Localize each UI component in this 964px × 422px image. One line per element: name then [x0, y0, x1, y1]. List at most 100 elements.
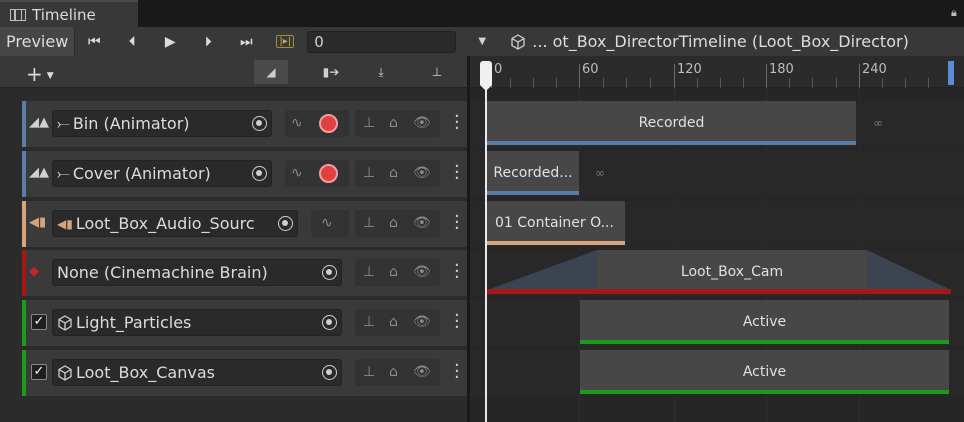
pin-icon[interactable]: ⊥	[363, 115, 375, 131]
track-binding-field[interactable]: ⤚ Cover (Animator)	[52, 160, 272, 187]
mix-mode-button[interactable]: ⤓	[364, 60, 398, 84]
track-state-group: ⊥ ⌂ 👁︎	[355, 359, 440, 386]
pin-icon[interactable]: ⊥	[363, 264, 375, 280]
track-header-bin[interactable]: ◢▲ ⤚ Bin (Animator) ∿ ⊥ ⌂ 👁︎ · · ·	[22, 101, 468, 147]
object-picker-icon[interactable]	[252, 116, 267, 131]
object-picker-icon[interactable]	[322, 265, 337, 280]
lock-icon[interactable]: ⌂	[389, 364, 398, 380]
lock-icon[interactable]: ⌂	[389, 115, 398, 131]
lock-icon[interactable]: ⌂	[389, 314, 398, 330]
splitter[interactable]	[467, 56, 470, 422]
more-options-icon[interactable]: · · ·	[454, 257, 460, 287]
track-binding-field[interactable]: Loot_Box_Canvas	[52, 359, 342, 386]
lock-icon[interactable]: ⌂	[389, 264, 398, 280]
clip-underline	[487, 191, 579, 195]
next-frame-button[interactable]: ⏵︎	[189, 27, 227, 56]
breadcrumb[interactable]: ... ot_Box_DirectorTimeline (Loot_Box_Di…	[510, 32, 909, 51]
object-picker-icon[interactable]	[322, 365, 337, 380]
infinite-loop-icon: ∞	[595, 166, 605, 180]
more-options-icon[interactable]: · · ·	[454, 108, 460, 138]
playhead-handle[interactable]	[480, 61, 492, 91]
more-options-icon[interactable]: · · ·	[454, 307, 460, 337]
more-options-icon[interactable]: · · ·	[454, 158, 460, 188]
curves-icon[interactable]: ∿	[291, 165, 303, 181]
object-picker-icon[interactable]	[252, 166, 267, 181]
lock-all-button[interactable]: ⊥	[420, 60, 454, 84]
track-header-loot-box-canvas[interactable]: ✓ Loot_Box_Canvas ⊥ ⌂ 👁︎ · · ·	[22, 350, 468, 396]
go-to-start-button[interactable]: ⏮	[75, 27, 113, 56]
frame-field[interactable]: 0	[307, 30, 457, 53]
binding-icon: ⤚	[57, 163, 70, 183]
track-binding-field[interactable]: Light_Particles	[52, 309, 342, 336]
clip-label: Active	[742, 314, 787, 330]
time-ruler[interactable]: 0 60 120 180 240	[470, 56, 964, 88]
cinemachine-clip[interactable]: Loot_Box_Cam	[597, 250, 867, 294]
object-picker-icon[interactable]	[278, 216, 293, 231]
activation-clip[interactable]: Active	[580, 350, 949, 394]
clip-label: Active	[742, 364, 787, 380]
activation-checkbox[interactable]: ✓	[31, 314, 47, 330]
timeline-end-marker[interactable]	[948, 61, 954, 85]
pin-icon[interactable]: ⊥	[363, 314, 375, 330]
track-binding-field[interactable]: ◀▮ Loot_Box_Audio_Sourc	[52, 210, 298, 237]
binding-icon: ⤚	[57, 113, 70, 133]
lock-icon[interactable]: ⌂	[389, 215, 398, 231]
object-picker-icon[interactable]	[322, 315, 337, 330]
previous-frame-button[interactable]: ⏴︎	[113, 27, 151, 56]
mix-icon: ⤓	[378, 64, 384, 79]
audio-clip[interactable]: 01 Container O...	[487, 201, 625, 245]
pin-icon[interactable]: ⊥	[363, 165, 375, 181]
eye-icon[interactable]: 👁︎	[413, 115, 431, 131]
animation-clip[interactable]: Recorded	[487, 101, 856, 145]
track-binding-label: Light_Particles	[76, 313, 192, 332]
lock-icon[interactable]: ⌂	[389, 165, 398, 181]
pin-icon[interactable]: ⊥	[363, 364, 375, 380]
track-header-toolbar: + ▼ ◢ ▮➔ ⤓ ⊥	[0, 56, 470, 88]
eye-icon[interactable]: 👁︎	[413, 264, 431, 280]
activation-checkbox[interactable]: ✓	[31, 364, 47, 380]
snap-button[interactable]: ▮➔	[314, 60, 348, 84]
eye-icon[interactable]: 👁︎	[413, 215, 431, 231]
animation-clip[interactable]: Recorded...	[487, 151, 579, 195]
add-track-button[interactable]: + ▼	[26, 62, 54, 86]
play-button[interactable]: ▶	[151, 27, 189, 56]
tab-timeline[interactable]: Timeline	[0, 0, 138, 27]
lock-icon[interactable]: 🔒︎	[951, 6, 960, 19]
snap-icon: ▮➔	[322, 65, 340, 79]
clip-label: Recorded	[638, 115, 705, 131]
track-header-light-particles[interactable]: ✓ Light_Particles ⊥ ⌂ 👁︎ · · ·	[22, 300, 468, 346]
more-options-icon[interactable]: · · ·	[454, 357, 460, 387]
more-options-icon[interactable]: · · ·	[454, 208, 460, 238]
track-content-area[interactable]: Recorded ∞ Recorded... ∞ 01 Container O.…	[470, 88, 964, 422]
curves-icon[interactable]: ∿	[321, 215, 333, 231]
chevron-down-icon[interactable]: ▼	[468, 36, 496, 47]
ruler-tick	[789, 78, 790, 88]
pin-icon[interactable]: ⊥	[363, 215, 375, 231]
go-to-end-button[interactable]: ⏭	[227, 27, 265, 56]
track-color-bar	[22, 101, 26, 147]
ruler-tick	[812, 78, 813, 88]
track-state-group: ⊥ ⌂ 👁︎	[355, 309, 440, 336]
track-header-cover[interactable]: ◢▲ ⤚ Cover (Animator) ∿ ⊥ ⌂ 👁︎ · · ·	[22, 151, 468, 197]
eye-icon[interactable]: 👁︎	[413, 314, 431, 330]
track-header-audio[interactable]: ◀▮ ◀▮ Loot_Box_Audio_Sourc ∿ ⊥ ⌂ 👁︎ · · ·	[22, 201, 468, 247]
ripple-mode-button[interactable]: ◢	[254, 60, 288, 84]
track-binding-field[interactable]: ⤚ Bin (Animator)	[52, 110, 272, 137]
activation-clip[interactable]: Active	[580, 300, 949, 344]
track-header-cinemachine[interactable]: ◆ None (Cinemachine Brain) ⊥ ⌂ 👁︎ · · ·	[22, 250, 468, 296]
ruler-tick	[650, 78, 651, 88]
eye-icon[interactable]: 👁︎	[413, 165, 431, 181]
track-headers: ◢▲ ⤚ Bin (Animator) ∿ ⊥ ⌂ 👁︎ · · · ◢▲ ⤚ Co…	[0, 88, 470, 422]
eye-icon[interactable]: 👁︎	[413, 364, 431, 380]
record-button[interactable]	[319, 164, 338, 183]
record-button[interactable]	[319, 114, 338, 133]
cube-icon	[58, 314, 72, 331]
track-state-group: ⊥ ⌂ 👁︎	[355, 259, 440, 286]
curves-icon[interactable]: ∿	[291, 115, 303, 131]
play-range-button[interactable]: |▸|	[265, 27, 305, 56]
track-binding-label: Bin (Animator)	[72, 114, 190, 133]
preview-button[interactable]: Preview	[0, 27, 76, 56]
timeline-toolbar: Preview ⏮ ⏴︎ ▶ ⏵︎ ⏭ |▸| 0 ▼ ... ot_Box_D…	[0, 27, 964, 56]
track-binding-field[interactable]: None (Cinemachine Brain)	[52, 259, 342, 286]
clip-label: 01 Container O...	[495, 215, 614, 231]
